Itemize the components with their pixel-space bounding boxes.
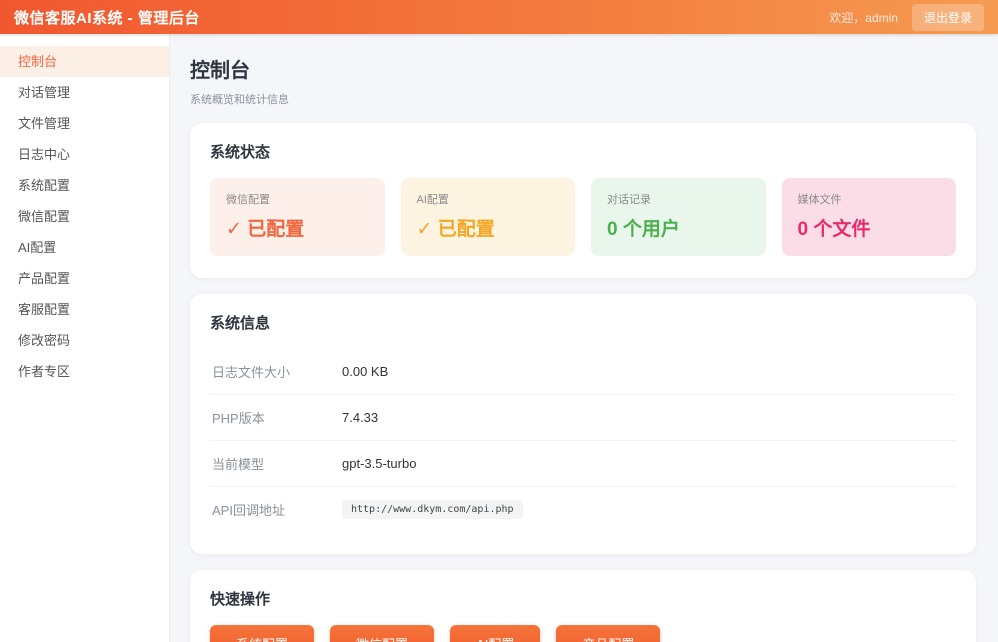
stat-ai-config: AI配置 ✓ 已配置 bbox=[400, 178, 575, 256]
info-row-current-model: 当前模型 gpt-3.5-turbo bbox=[210, 441, 956, 487]
stat-label: 对话记录 bbox=[607, 194, 651, 206]
sidebar-item-author-zone[interactable]: 作者专区 bbox=[0, 356, 169, 387]
sidebar-item-change-password[interactable]: 修改密码 bbox=[0, 325, 169, 356]
info-label: PHP版本 bbox=[212, 411, 265, 426]
stat-wechat-config: 微信配置 ✓ 已配置 bbox=[210, 178, 385, 256]
sidebar-item-system-config[interactable]: 系统配置 bbox=[0, 170, 169, 201]
sidebar-item-ai-config[interactable]: AI配置 bbox=[0, 232, 169, 263]
system-info-title: 系统信息 bbox=[210, 315, 271, 332]
status-grid: 微信配置 ✓ 已配置 AI配置 ✓ 已配置 对话记录 0 个用户 媒体文件 0 … bbox=[210, 178, 956, 256]
api-callback-url: http://www.dkym.com/api.php bbox=[342, 500, 523, 519]
stat-label: 媒体文件 bbox=[797, 194, 842, 206]
page-subtitle: 系统概览和统计信息 bbox=[190, 94, 289, 106]
stat-label: 微信配置 bbox=[226, 194, 270, 206]
sidebar-item-logs[interactable]: 日志中心 bbox=[0, 139, 169, 170]
stat-value: 0 个用户 bbox=[607, 219, 680, 240]
main-content: 控制台 系统概览和统计信息 系统状态 微信配置 ✓ 已配置 AI配置 ✓ 已配置… bbox=[170, 34, 998, 642]
system-status-card: 系统状态 微信配置 ✓ 已配置 AI配置 ✓ 已配置 对话记录 0 个用户 媒体… bbox=[190, 123, 976, 278]
quick-button-system-config[interactable]: 系统配置 bbox=[210, 625, 315, 642]
info-label: 当前模型 bbox=[212, 457, 265, 472]
sidebar-item-service-config[interactable]: 客服配置 bbox=[0, 294, 169, 325]
logout-button[interactable]: 退出登录 bbox=[911, 3, 984, 31]
app-title: 微信客服AI系统 - 管理后台 bbox=[14, 9, 200, 27]
quick-button-ai-config[interactable]: AI配置 bbox=[450, 625, 541, 642]
sidebar-item-conversations[interactable]: 对话管理 bbox=[0, 77, 169, 108]
top-header-bar: 微信客服AI系统 - 管理后台 欢迎，admin 退出登录 bbox=[0, 0, 998, 34]
info-row-api-callback: API回调地址 http://www.dkym.com/api.php bbox=[210, 487, 956, 532]
info-row-log-size: 日志文件大小 0.00 KB bbox=[210, 349, 956, 395]
sidebar-item-wechat-config[interactable]: 微信配置 bbox=[0, 201, 169, 232]
sidebar-item-product-config[interactable]: 产品配置 bbox=[0, 263, 169, 294]
quick-actions-card: 快速操作 系统配置 微信配置 AI配置 产品配置 bbox=[190, 570, 976, 642]
info-value: gpt-3.5-turbo bbox=[342, 456, 417, 471]
quick-button-wechat-config[interactable]: 微信配置 bbox=[330, 625, 435, 642]
stat-media-files: 媒体文件 0 个文件 bbox=[781, 178, 956, 256]
stat-value: ✓ 已配置 bbox=[416, 219, 495, 240]
info-label: 日志文件大小 bbox=[212, 365, 291, 380]
info-value: 7.4.33 bbox=[342, 410, 379, 425]
sidebar-item-files[interactable]: 文件管理 bbox=[0, 108, 169, 139]
system-info-card: 系统信息 日志文件大小 0.00 KB PHP版本 7.4.33 当前模型 gp… bbox=[190, 294, 976, 554]
sidebar-item-dashboard[interactable]: 控制台 bbox=[0, 46, 169, 77]
system-status-title: 系统状态 bbox=[210, 144, 271, 161]
info-value: 0.00 KB bbox=[342, 364, 389, 379]
quick-actions-row: 系统配置 微信配置 AI配置 产品配置 bbox=[210, 625, 956, 642]
stat-value: ✓ 已配置 bbox=[226, 219, 305, 240]
stat-value: 0 个文件 bbox=[797, 219, 871, 240]
header-right: 欢迎，admin 退出登录 bbox=[829, 3, 984, 31]
stat-label: AI配置 bbox=[416, 194, 449, 206]
welcome-text: 欢迎，admin bbox=[829, 10, 898, 25]
info-row-php-version: PHP版本 7.4.33 bbox=[210, 395, 956, 441]
quick-button-product-config[interactable]: 产品配置 bbox=[556, 625, 661, 642]
stat-conversation-records: 对话记录 0 个用户 bbox=[591, 178, 766, 256]
page-title: 控制台 bbox=[190, 60, 250, 82]
quick-actions-title: 快速操作 bbox=[210, 591, 271, 608]
info-label: API回调地址 bbox=[212, 503, 285, 518]
sidebar-nav: 控制台 对话管理 文件管理 日志中心 系统配置 微信配置 AI配置 产品配置 客… bbox=[0, 34, 170, 642]
